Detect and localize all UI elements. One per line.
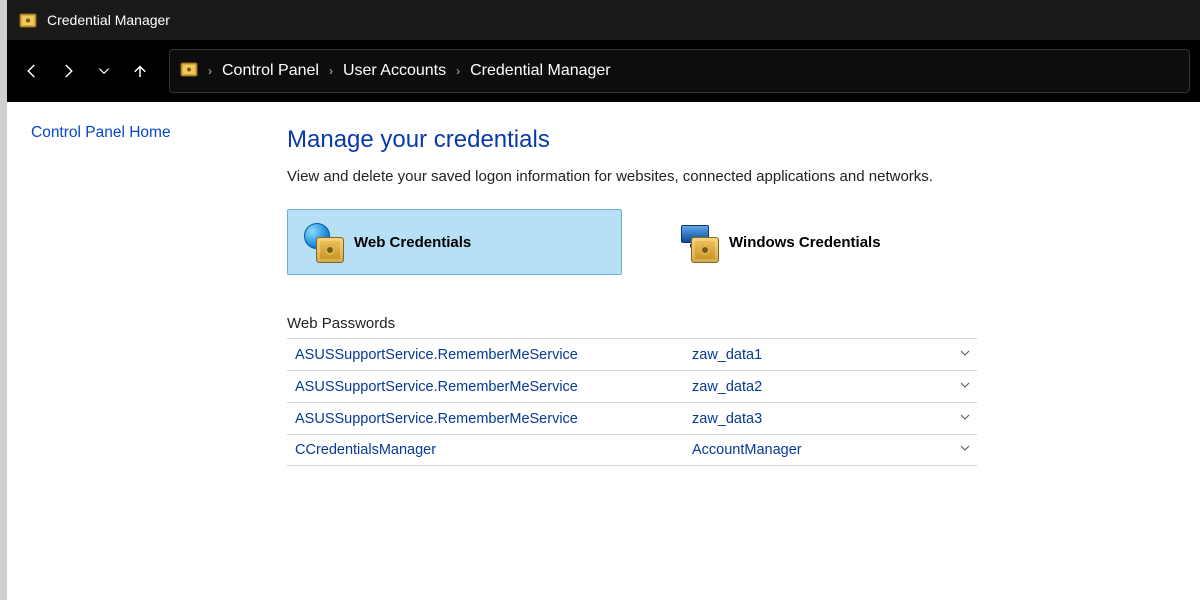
breadcrumb-user-accounts[interactable]: User Accounts (343, 62, 446, 80)
back-button[interactable] (17, 56, 47, 86)
tab-label: Windows Credentials (729, 234, 881, 251)
credential-service: ASUSSupportService.RememberMeService (287, 347, 692, 363)
chevron-down-icon[interactable] (953, 411, 977, 427)
window-title: Credential Manager (47, 12, 170, 28)
page-title: Manage your credentials (287, 126, 1170, 154)
content-area: Control Panel Home Manage your credentia… (7, 102, 1200, 600)
credential-manager-app-icon (19, 11, 37, 29)
windows-credentials-icon (677, 221, 719, 263)
up-button[interactable] (125, 56, 155, 86)
sidebar: Control Panel Home (7, 102, 277, 600)
control-panel-home-link[interactable]: Control Panel Home (31, 124, 171, 141)
credential-account: AccountManager (692, 442, 953, 458)
breadcrumb-credential-manager[interactable]: Credential Manager (470, 62, 611, 80)
navbar: › Control Panel › User Accounts › Creden… (7, 40, 1200, 102)
breadcrumb-separator-icon: › (456, 64, 460, 78)
credential-service: ASUSSupportService.RememberMeService (287, 379, 692, 395)
recent-locations-button[interactable] (89, 56, 119, 86)
credential-type-tabs: Web Credentials Windows Credentials (287, 209, 1170, 275)
breadcrumb-separator-icon: › (329, 64, 333, 78)
web-credentials-icon (302, 221, 344, 263)
forward-button[interactable] (53, 56, 83, 86)
breadcrumb-separator-icon: › (208, 64, 212, 78)
credential-account: zaw_data2 (692, 379, 953, 395)
credential-row[interactable]: ASUSSupportService.RememberMeServicezaw_… (287, 370, 977, 402)
main-panel: Manage your credentials View and delete … (277, 102, 1200, 600)
chevron-down-icon[interactable] (953, 442, 977, 458)
titlebar: Credential Manager (7, 0, 1200, 40)
section-label: Web Passwords (287, 315, 1170, 332)
chevron-down-icon[interactable] (953, 379, 977, 395)
tab-web-credentials[interactable]: Web Credentials (287, 209, 622, 275)
credentials-table: ASUSSupportService.RememberMeServicezaw_… (287, 338, 977, 466)
tab-label: Web Credentials (354, 234, 471, 251)
credential-service: ASUSSupportService.RememberMeService (287, 411, 692, 427)
chevron-down-icon[interactable] (953, 347, 977, 363)
credential-account: zaw_data1 (692, 347, 953, 363)
credential-service: CCredentialsManager (287, 442, 692, 458)
credential-row[interactable]: ASUSSupportService.RememberMeServicezaw_… (287, 338, 977, 370)
control-panel-icon (180, 60, 198, 83)
breadcrumb-control-panel[interactable]: Control Panel (222, 62, 319, 80)
credential-row[interactable]: CCredentialsManagerAccountManager (287, 434, 977, 466)
credential-row[interactable]: ASUSSupportService.RememberMeServicezaw_… (287, 402, 977, 434)
credential-account: zaw_data3 (692, 411, 953, 427)
page-description: View and delete your saved logon informa… (287, 168, 1170, 185)
window: Credential Manager › Control Panel (7, 0, 1200, 600)
address-bar[interactable]: › Control Panel › User Accounts › Creden… (169, 49, 1190, 93)
tab-windows-credentials[interactable]: Windows Credentials (662, 209, 997, 275)
